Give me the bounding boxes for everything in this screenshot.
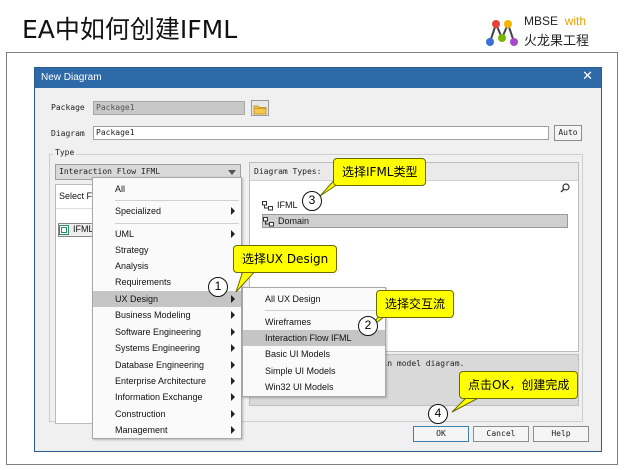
- step-2-badge: 2: [358, 316, 378, 336]
- callout-click-ok: 点击OK，创建完成: [459, 371, 579, 399]
- step-3-badge: 3: [302, 191, 322, 211]
- callout-select-interaction-flow: 选择交互流: [376, 290, 455, 318]
- callout-select-ux-design: 选择UX Design: [233, 245, 338, 273]
- slide: EA中如何创建IFML MBSE with 火龙果工程 New Diagram …: [0, 0, 625, 470]
- step-1-badge: 1: [208, 277, 228, 297]
- callout-select-ifml-type: 选择IFML类型: [333, 158, 427, 186]
- step-4-badge: 4: [428, 404, 448, 424]
- callout-pointers: [235, 175, 483, 413]
